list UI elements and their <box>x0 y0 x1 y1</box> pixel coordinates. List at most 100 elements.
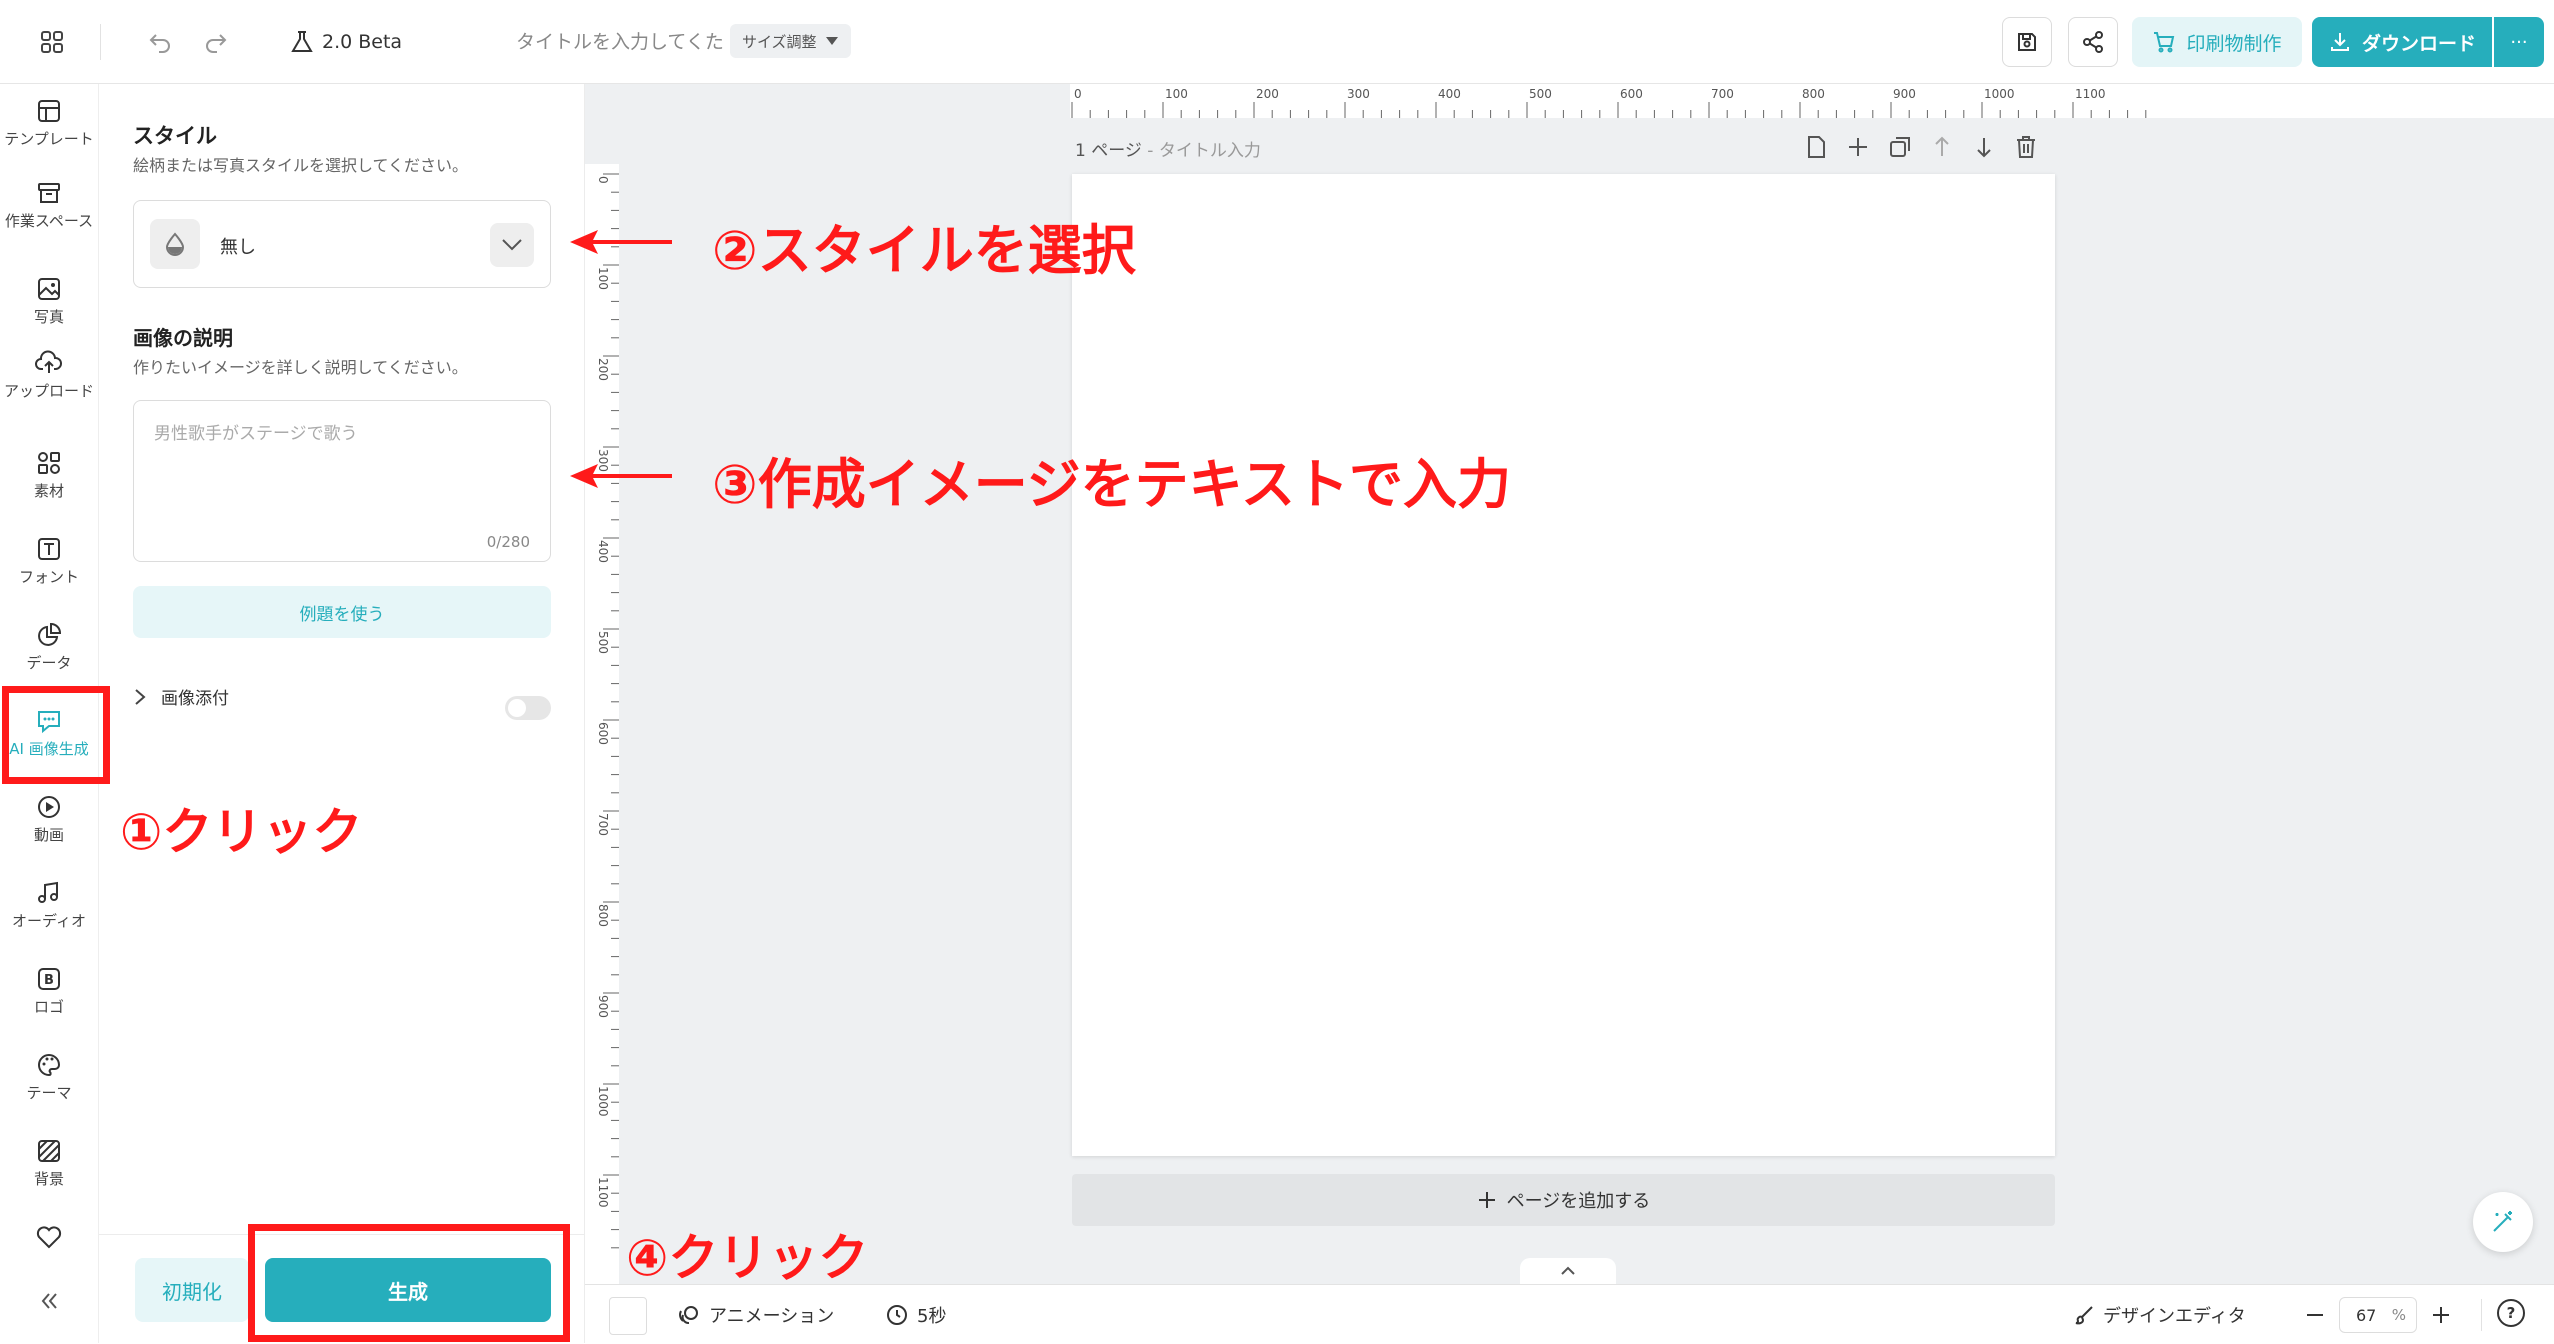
desc-subtext: 作りたいイメージを詳しく説明してください。 <box>133 358 468 377</box>
svg-text:B: B <box>44 973 54 988</box>
rail-label: 作業スペース <box>4 212 94 230</box>
timeline-toggle[interactable] <box>1520 1258 1616 1284</box>
favorite-button[interactable] <box>0 1220 98 1254</box>
example-button[interactable]: 例題を使う <box>133 586 551 638</box>
ruler-label: 800 <box>596 904 610 927</box>
desc-placeholder: 男性歌手がステージで歌う <box>154 424 358 444</box>
ruler-label: 200 <box>1256 87 1279 101</box>
ruler-label: 700 <box>1711 87 1734 101</box>
style-select[interactable]: 無し <box>133 200 551 288</box>
move-down-icon[interactable] <box>1971 134 1997 160</box>
ruler-label: 800 <box>1802 87 1825 101</box>
rail-label: アップロード <box>3 382 94 400</box>
page-toolbar <box>1803 134 2039 160</box>
ruler-label: 500 <box>596 631 610 654</box>
duration-button[interactable]: 5秒 <box>885 1297 946 1333</box>
arrow-icon <box>570 464 672 488</box>
new-page-icon[interactable] <box>1803 134 1829 160</box>
zoom-input[interactable]: 67 % <box>2339 1297 2417 1333</box>
trash-icon[interactable] <box>2013 134 2039 160</box>
bottom-bar: アニメーション 5秒 デザインエディタ 67 % ? <box>585 1284 2554 1344</box>
annotation-step4: ④クリック <box>626 1229 869 1287</box>
print-label: 印刷物制作 <box>2186 32 2282 55</box>
magic-assist-button[interactable] <box>2473 1192 2533 1252</box>
redo-icon[interactable] <box>196 22 236 62</box>
ruler-label: 400 <box>1438 87 1461 101</box>
save-icon <box>2018 33 2036 51</box>
plus-icon <box>1478 1192 1495 1208</box>
palette-icon <box>32 1048 66 1082</box>
size-adjust-button[interactable]: サイズ調整 <box>730 24 851 58</box>
design-editor-button[interactable]: デザインエディタ <box>2073 1297 2246 1333</box>
download-button[interactable]: ダウンロード <box>2312 17 2492 67</box>
zoom-in-button[interactable] <box>2423 1297 2459 1333</box>
rail-item-template[interactable]: テンプレート <box>0 94 98 148</box>
rail-item-workspace[interactable]: 作業スペース <box>0 176 98 230</box>
save-button[interactable] <box>2002 17 2052 67</box>
ruler-label: 1100 <box>2075 87 2106 101</box>
rail-item-elements[interactable]: 素材 <box>0 446 98 500</box>
minus-icon <box>2307 1314 2323 1316</box>
rail-label: ロゴ <box>33 998 64 1016</box>
share-button[interactable] <box>2068 17 2118 67</box>
undo-icon[interactable] <box>140 22 180 62</box>
highlight-box-ai-image <box>2 686 110 784</box>
rail-item-video[interactable]: 動画 <box>0 790 98 844</box>
print-button[interactable]: 印刷物制作 <box>2132 17 2302 67</box>
animation-label: アニメーション <box>709 1306 835 1327</box>
ruler-label: 0 <box>1074 87 1082 101</box>
size-adjust-label: サイズ調整 <box>742 32 817 51</box>
add-icon[interactable] <box>1845 134 1871 160</box>
flask-icon <box>291 31 313 52</box>
image-icon <box>32 272 66 306</box>
style-subtext: 絵柄または写真スタイルを選択してください。 <box>133 156 469 175</box>
zoom-out-button[interactable] <box>2297 1297 2333 1333</box>
duplicate-icon[interactable] <box>1887 134 1913 160</box>
reset-button[interactable]: 初期化 <box>135 1258 249 1322</box>
attach-label: 画像添付 <box>161 689 229 709</box>
page-title[interactable]: - タイトル入力 <box>1147 141 1261 161</box>
duration-label: 5秒 <box>917 1306 947 1327</box>
rail-item-audio[interactable]: オーディオ <box>0 876 98 930</box>
rail-label: データ <box>26 654 72 672</box>
style-heading: スタイル <box>133 124 217 148</box>
upload-icon <box>32 346 66 380</box>
more-button[interactable]: ··· <box>2494 17 2544 67</box>
animation-button[interactable]: アニメーション <box>677 1297 834 1333</box>
rail-item-background[interactable]: 背景 <box>0 1134 98 1188</box>
apps-grid-icon[interactable] <box>32 22 72 62</box>
music-icon <box>32 876 66 910</box>
chevron-down-icon <box>490 223 534 267</box>
design-page[interactable] <box>1072 174 2055 1156</box>
description-textarea[interactable]: 男性歌手がステージで歌う 0/280 <box>133 400 551 562</box>
heart-icon <box>32 1220 66 1254</box>
add-page-button[interactable]: ページを追加する <box>1072 1174 2055 1226</box>
divider <box>2481 1299 2482 1331</box>
version-label: 2.0 Beta <box>322 31 403 53</box>
title-input[interactable]: タイトルを入力してくた <box>516 26 724 58</box>
caret-down-icon <box>825 37 838 45</box>
clock-icon <box>887 1305 907 1325</box>
ruler-label: 0 <box>596 176 610 184</box>
rail-item-logo[interactable]: B ロゴ <box>0 962 98 1016</box>
ruler-label: 600 <box>1620 87 1643 101</box>
attach-toggle-switch[interactable] <box>505 696 551 720</box>
rail-item-font[interactable]: フォント <box>0 532 98 586</box>
rail-item-theme[interactable]: テーマ <box>0 1048 98 1102</box>
attach-toggle-row[interactable]: 画像添付 <box>133 684 229 709</box>
page-header: 1 ページ - タイトル入力 <box>1075 136 1261 161</box>
vertical-ruler: 010020030040050060070080090010001100 <box>585 164 619 1284</box>
rail-item-photo[interactable]: 写真 <box>0 272 98 326</box>
move-up-icon[interactable] <box>1929 134 1955 160</box>
download-icon <box>2330 33 2349 51</box>
ai-image-panel: スタイル 絵柄または写真スタイルを選択してください。 無し 画像の説明 作りたい… <box>99 84 585 1343</box>
ruler-label: 100 <box>596 267 610 290</box>
collapse-button[interactable] <box>0 1284 98 1318</box>
rail-item-data[interactable]: データ <box>0 618 98 672</box>
rail-item-upload[interactable]: アップロード <box>0 346 98 400</box>
beta-badge[interactable]: 2.0 Beta <box>290 26 402 58</box>
ruler-label: 900 <box>596 995 610 1018</box>
chart-icon <box>32 618 66 652</box>
help-button[interactable]: ? <box>2497 1299 2525 1327</box>
background-color-swatch[interactable] <box>609 1297 647 1335</box>
